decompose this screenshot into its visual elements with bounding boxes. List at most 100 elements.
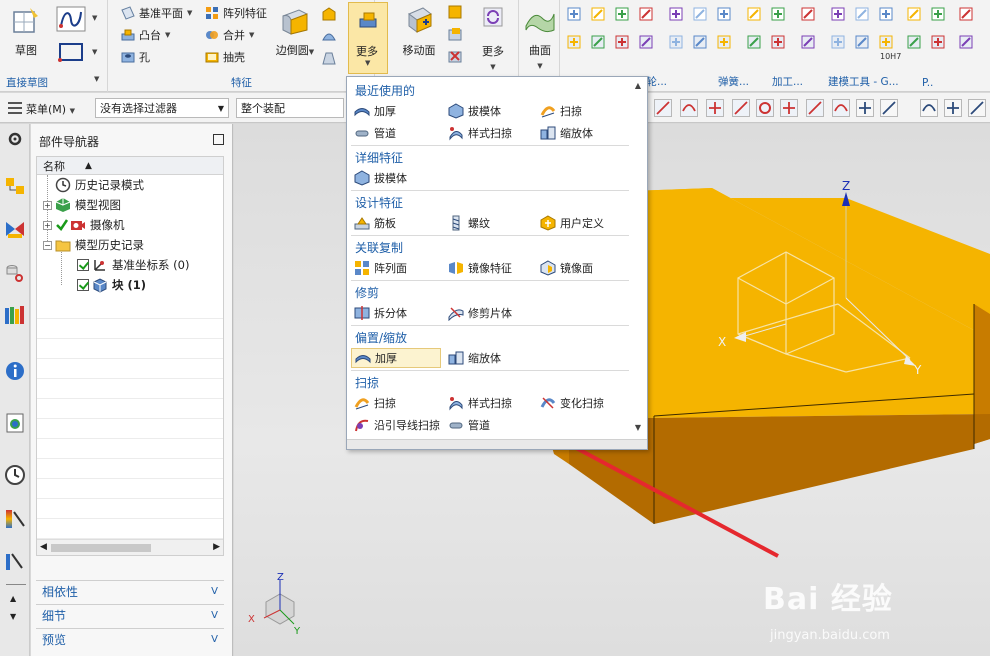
fit-view-icon[interactable] bbox=[920, 99, 938, 117]
info-icon[interactable] bbox=[4, 360, 26, 382]
check-tool-1-icon[interactable] bbox=[800, 6, 816, 22]
collapse-icon[interactable]: − bbox=[43, 240, 52, 250]
dim-tool-2-icon[interactable] bbox=[958, 34, 974, 50]
menu-item-rib[interactable]: 筋板 bbox=[351, 213, 396, 233]
measure-tool-1-icon[interactable] bbox=[638, 6, 654, 22]
menu-item-sweep[interactable]: 扫掠 bbox=[537, 101, 582, 121]
reuse-library-icon[interactable] bbox=[4, 304, 26, 326]
column-name-header[interactable]: 名称 bbox=[43, 158, 65, 174]
edge-blend-button[interactable]: 边倒圆▼ bbox=[273, 4, 317, 58]
list-tool-2-icon[interactable] bbox=[746, 34, 762, 50]
visibility-checkbox[interactable] bbox=[77, 279, 89, 291]
table-tool-1-icon[interactable] bbox=[854, 6, 870, 22]
section-preview[interactable]: 预览 V bbox=[36, 628, 224, 650]
datum-plane-button[interactable]: 基准平面 ▼ bbox=[121, 4, 192, 22]
move-face-button[interactable]: 移动面 bbox=[397, 4, 441, 58]
menu-item-sweep-2[interactable]: 扫掠 bbox=[351, 393, 396, 413]
snap-cross-icon[interactable] bbox=[806, 99, 824, 117]
menu-item-tube[interactable]: 管道 bbox=[351, 123, 396, 143]
section-dependencies[interactable]: 相依性 V bbox=[36, 580, 224, 602]
chain-tool-2-icon[interactable] bbox=[590, 34, 606, 50]
weld-tool-1-icon[interactable] bbox=[692, 6, 708, 22]
menu-item-split-body[interactable]: 拆分体 bbox=[351, 303, 407, 323]
sketch-tool-2-icon[interactable] bbox=[906, 34, 922, 50]
more-button-active[interactable]: 更多 ▼ bbox=[348, 2, 388, 74]
draft-icon[interactable] bbox=[321, 50, 337, 66]
menu-item-pattern-face[interactable]: 阵列面 bbox=[351, 258, 407, 278]
menu-item-trim-sheet[interactable]: 修剪片体 bbox=[445, 303, 512, 323]
pattern-feature-button[interactable]: 阵列特征 bbox=[205, 4, 267, 22]
snap-intersect-icon[interactable] bbox=[732, 99, 750, 117]
snap-line-icon[interactable] bbox=[654, 99, 672, 117]
table-tool-2-icon[interactable] bbox=[854, 34, 870, 50]
chain-tool-1-icon[interactable] bbox=[590, 6, 606, 22]
part-tool-1-icon[interactable] bbox=[930, 6, 946, 22]
expand-icon[interactable]: + bbox=[43, 220, 52, 230]
role-icon[interactable] bbox=[4, 550, 26, 572]
menu-item-thicken-highlighted[interactable]: 加厚 bbox=[351, 348, 441, 368]
combine-button[interactable]: 合并 ▼ bbox=[205, 26, 254, 44]
menu-item-draft-body-2[interactable]: 拔模体 bbox=[351, 168, 407, 188]
snap-arc-icon[interactable] bbox=[680, 99, 698, 117]
triangle-tool-2-icon[interactable] bbox=[830, 34, 846, 50]
web-browser-icon[interactable] bbox=[4, 412, 26, 434]
delete-face-icon[interactable] bbox=[447, 48, 463, 64]
menu-item-mirror-face[interactable]: 镜像面 bbox=[537, 258, 593, 278]
measure-tool-2-icon[interactable] bbox=[638, 34, 654, 50]
menu-item-thicken[interactable]: 加厚 bbox=[351, 101, 396, 121]
rectangle-dropdown-icon[interactable]: ▼ bbox=[92, 48, 97, 56]
maximize-icon[interactable] bbox=[213, 134, 224, 145]
history-clock-icon[interactable] bbox=[4, 464, 26, 486]
menu-item-thread[interactable]: 螺纹 bbox=[445, 213, 490, 233]
scroll-left-icon[interactable]: ◀ bbox=[40, 542, 47, 552]
dim-tool-1-icon[interactable] bbox=[958, 6, 974, 22]
snap-center-icon[interactable] bbox=[756, 99, 774, 117]
sketch-tool-1-icon[interactable] bbox=[906, 6, 922, 22]
settings-gear-icon[interactable] bbox=[4, 128, 26, 150]
menu-item-styled-sweep-2[interactable]: 样式扫掠 bbox=[445, 393, 512, 413]
menu-scroll-up-icon[interactable]: ▲ bbox=[633, 81, 643, 90]
list-tool-1-icon[interactable] bbox=[746, 6, 762, 22]
section-details[interactable]: 细节 V bbox=[36, 604, 224, 626]
constraint-navigator-icon[interactable] bbox=[4, 218, 26, 240]
grid-tool-1-icon[interactable] bbox=[614, 6, 630, 22]
line-tool-2-icon[interactable] bbox=[566, 34, 582, 50]
triangle-tool-1-icon[interactable] bbox=[830, 6, 846, 22]
check-tool-2-icon[interactable] bbox=[800, 34, 816, 50]
menu-button[interactable]: 菜单(M) ▼ bbox=[26, 101, 75, 117]
zoom-view-icon[interactable] bbox=[944, 99, 962, 117]
brush-tool-2-icon[interactable] bbox=[716, 34, 732, 50]
replace-face-icon[interactable] bbox=[447, 26, 463, 42]
hole-button[interactable]: 孔 bbox=[121, 48, 150, 66]
boss-button[interactable]: 凸台 ▼ bbox=[121, 26, 170, 44]
expand-icon[interactable]: + bbox=[43, 200, 52, 210]
link-tool-2-icon[interactable] bbox=[668, 34, 684, 50]
strip-down-icon[interactable]: ▼ bbox=[10, 612, 16, 621]
menu-scroll-down-icon[interactable]: ▼ bbox=[633, 423, 643, 432]
pen-tool-1-icon[interactable] bbox=[770, 6, 786, 22]
line-tool-1-icon[interactable] bbox=[566, 6, 582, 22]
menu-item-variational-sweep[interactable]: 变化扫掠 bbox=[537, 393, 604, 413]
scroll-right-icon[interactable]: ▶ bbox=[213, 542, 220, 552]
link-tool-1-icon[interactable] bbox=[668, 6, 684, 22]
assembly-scope-select[interactable]: 整个装配 bbox=[236, 98, 344, 118]
tree-item-datum-csys[interactable]: 基准坐标系 (0) bbox=[37, 255, 223, 275]
chamfer-icon[interactable] bbox=[321, 6, 337, 22]
grid-tool-2-icon[interactable] bbox=[614, 34, 630, 50]
hole-table-tool-2-icon[interactable] bbox=[878, 34, 894, 50]
menu-item-styled-sweep[interactable]: 样式扫掠 bbox=[445, 123, 512, 143]
weld-tool-2-icon[interactable] bbox=[692, 34, 708, 50]
menu-item-sweep-along-guide[interactable]: 沿引导线扫掠 bbox=[351, 415, 440, 435]
rectangle-icon[interactable] bbox=[56, 40, 86, 64]
menu-item-user-defined[interactable]: 用户定义 bbox=[537, 213, 604, 233]
strip-up-icon[interactable]: ▲ bbox=[10, 594, 16, 603]
snap-point-icon[interactable] bbox=[706, 99, 724, 117]
sketch-button[interactable]: 草图 bbox=[4, 4, 48, 58]
blend-face-icon[interactable] bbox=[321, 28, 337, 44]
visibility-checkbox[interactable] bbox=[77, 259, 89, 271]
pen-tool-2-icon[interactable] bbox=[770, 34, 786, 50]
tree-item-history-mode[interactable]: 历史记录模式 bbox=[37, 175, 223, 195]
assembly-navigator-icon[interactable] bbox=[4, 176, 26, 198]
tree-item-model-history[interactable]: − 模型历史记录 bbox=[37, 235, 223, 255]
tree-header[interactable]: 名称 ▲ bbox=[37, 157, 223, 175]
